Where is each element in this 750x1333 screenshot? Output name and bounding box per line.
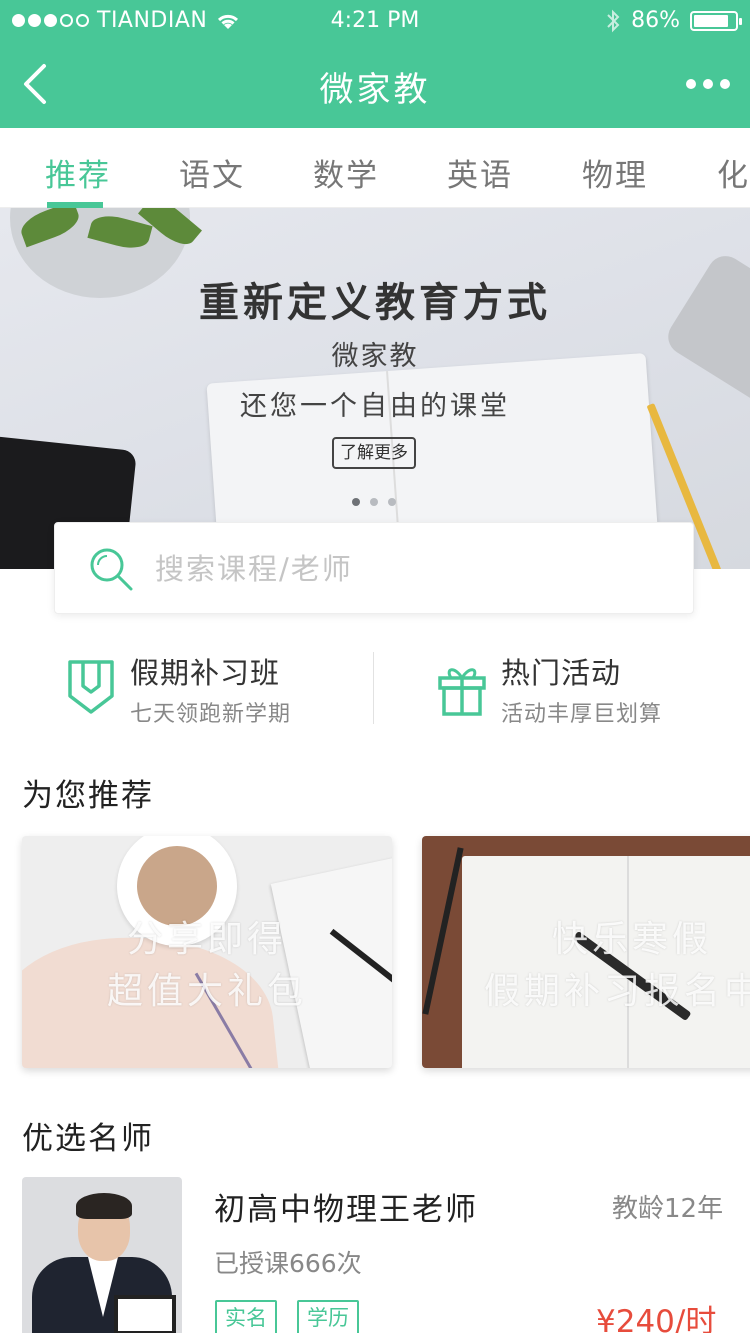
teacher-name[interactable]: 初高中物理王老师 xyxy=(214,1184,478,1229)
quick-holiday-class[interactable]: 假期补习班 七天领跑新学期 xyxy=(66,650,366,730)
bookmark-shield-icon xyxy=(68,660,114,714)
quick-title: 热门活动 xyxy=(501,656,622,690)
tab-chinese[interactable]: 语文 xyxy=(179,150,245,195)
recommend-card-gift[interactable]: 分享即得 超值大礼包 xyxy=(22,836,392,1068)
battery-fill xyxy=(694,14,729,27)
teacher-experience: 教龄12年 xyxy=(612,1194,724,1224)
teacher-lesson-count: 已授课666次 xyxy=(214,1249,362,1278)
section-title-teachers: 优选名师 xyxy=(22,1121,154,1157)
status-bar: TIANDIAN 4:21 PM 86% xyxy=(0,0,750,40)
quick-desc: 活动丰厚巨划算 xyxy=(501,702,663,727)
subject-tabs: 推荐 语文 数学 英语 物理 化 xyxy=(0,128,750,208)
battery-percent: 86% xyxy=(631,8,680,33)
search-bar xyxy=(54,522,694,614)
nav-bar: 微家教 xyxy=(0,40,750,128)
search-input[interactable] xyxy=(155,551,655,587)
page-title: 微家教 xyxy=(319,70,431,110)
bluetooth-icon xyxy=(607,9,620,32)
card-line2: 超值大礼包 xyxy=(106,971,307,1012)
banner-carousel[interactable]: 重新定义教育方式 微家教 还您一个自由的课堂 了解更多 xyxy=(0,208,750,569)
tag-verified: 实名 xyxy=(215,1300,277,1333)
card-line2: 假期补习报名中 xyxy=(484,971,750,1012)
quick-entries: 假期补习班 七天领跑新学期 热门活动 活动丰厚巨划算 xyxy=(0,650,750,730)
more-icon[interactable] xyxy=(686,70,730,98)
banner-subtitle: 微家教 xyxy=(331,341,419,372)
gift-icon xyxy=(438,668,486,716)
recommend-card-holiday[interactable]: 快乐寒假 假期补习报名中 xyxy=(422,836,750,1068)
tab-english[interactable]: 英语 xyxy=(447,150,513,195)
card-line1: 快乐寒假 xyxy=(551,919,712,960)
quick-title: 假期补习班 xyxy=(130,656,281,690)
tab-physics[interactable]: 物理 xyxy=(582,150,648,195)
battery-icon xyxy=(690,10,742,31)
section-title-recommend: 为您推荐 xyxy=(22,778,154,814)
tab-math[interactable]: 数学 xyxy=(313,150,379,195)
search-icon xyxy=(90,548,133,591)
teacher-price: ¥240/时 xyxy=(596,1304,717,1333)
top-bar: TIANDIAN 4:21 PM 86% 微家教 xyxy=(0,0,750,128)
banner-tagline: 还您一个自由的课堂 xyxy=(240,391,510,422)
tab-recommend[interactable]: 推荐 xyxy=(45,150,111,195)
quick-hot-activity[interactable]: 热门活动 活动丰厚巨划算 xyxy=(437,650,737,730)
tag-education: 学历 xyxy=(297,1300,359,1333)
quick-divider xyxy=(373,652,374,724)
learn-more-button[interactable]: 了解更多 xyxy=(332,437,416,469)
status-right: 86% xyxy=(605,8,742,33)
carousel-dot[interactable] xyxy=(352,498,360,506)
tab-chemistry[interactable]: 化 xyxy=(717,150,750,195)
card-line1: 分享即得 xyxy=(126,919,287,960)
carousel-indicator xyxy=(352,498,396,506)
banner-title: 重新定义教育方式 xyxy=(199,280,551,326)
carousel-dot[interactable] xyxy=(388,498,396,506)
carousel-dot[interactable] xyxy=(370,498,378,506)
card-bookmark-strap xyxy=(422,847,464,1015)
teacher-avatar[interactable] xyxy=(22,1177,182,1333)
quick-desc: 七天领跑新学期 xyxy=(130,702,292,727)
